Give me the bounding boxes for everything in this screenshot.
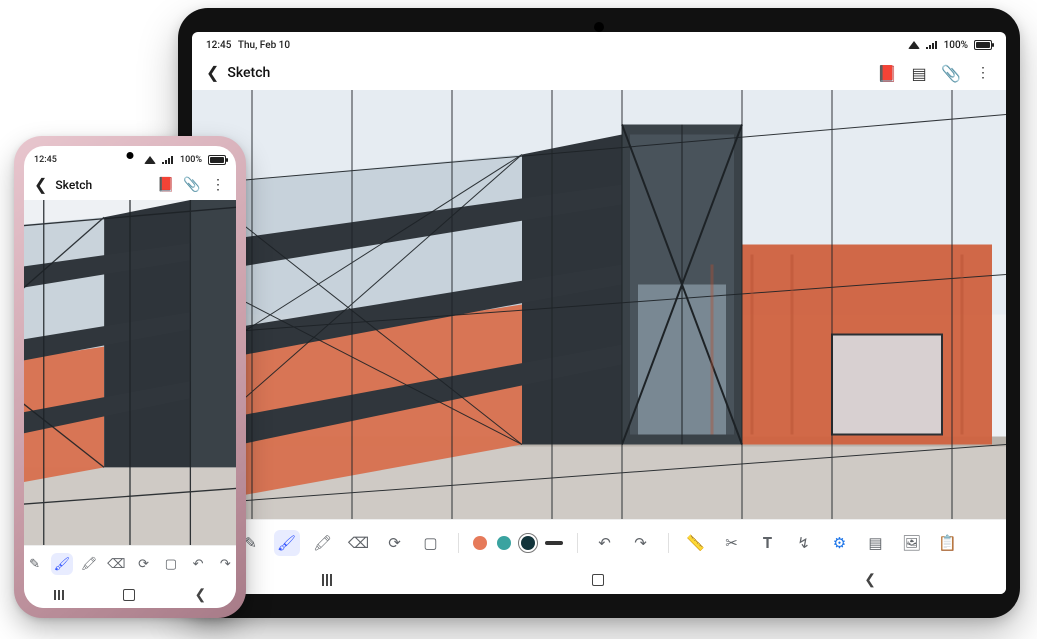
status-right: 100% (144, 155, 226, 165)
app-bar: ❮ Sketch 📕 ▤ 📎 ⋮ (192, 56, 1006, 90)
redo-button[interactable]: ↷ (215, 553, 236, 575)
toolbar-divider (668, 533, 669, 553)
eraser-tool[interactable]: ⌫ (106, 553, 127, 575)
phone-camera (127, 152, 134, 159)
color-swatch-1[interactable] (473, 536, 487, 550)
nav-home[interactable] (123, 589, 135, 601)
status-time: 12:45 (206, 40, 231, 51)
toolbar-divider (458, 533, 459, 553)
tablet-camera (594, 22, 604, 32)
drawing-toolbar: ✎ 🖌 🖍 ⌫ ⟳ ▢ ↶ ↷ 📏 ✂ (192, 519, 1006, 566)
drawing-toolbar: ✎ 🖌 🖍 ⌫ ⟳ ▢ ↶ ↷ (24, 545, 236, 582)
sketch-drawing (192, 90, 1006, 519)
crop-tool[interactable]: ✂ (719, 530, 745, 556)
attachment-icon[interactable]: 📎 (942, 64, 960, 82)
status-bar: 12:45 Thu, Feb 10 100% (192, 32, 1006, 56)
phone-device: 12:45 100% ❮ Sketch 📕 📎 ⋮ (16, 138, 244, 616)
clipboard-tool[interactable]: 📋 (935, 530, 961, 556)
wifi-icon (144, 156, 156, 164)
signal-icon (162, 156, 174, 164)
undo-button[interactable]: ↶ (592, 530, 618, 556)
tablet-device: 12:45 Thu, Feb 10 100% ❮ Sketch 📕 ▤ 📎 ⋮ (178, 8, 1020, 618)
battery-icon (208, 155, 226, 165)
more-icon[interactable]: ⋮ (974, 64, 992, 82)
back-button[interactable]: ❮ (34, 177, 47, 193)
highlighter-tool[interactable]: 🖍 (310, 530, 336, 556)
back-button[interactable]: ❮ (206, 65, 219, 81)
status-right: 100% (908, 40, 992, 51)
nav-home[interactable] (592, 574, 604, 586)
lasso-tool[interactable]: ⟳ (382, 530, 408, 556)
sketch-drawing (24, 200, 236, 545)
reader-mode-icon[interactable]: 📕 (158, 177, 174, 193)
color-swatch-2[interactable] (497, 536, 511, 550)
nav-back[interactable]: ❮ (195, 587, 207, 603)
layers-tool[interactable]: ▤ (863, 530, 889, 556)
shape-tool[interactable]: ▢ (418, 530, 444, 556)
ruler-tool[interactable]: 📏 (683, 530, 709, 556)
shape-tool[interactable]: ▢ (160, 553, 181, 575)
undo-button[interactable]: ↶ (188, 553, 209, 575)
battery-text: 100% (944, 40, 968, 51)
app-bar: ❮ Sketch 📕 📎 ⋮ (24, 170, 236, 200)
image-tool[interactable]: 🖼 (899, 530, 925, 556)
redo-button[interactable]: ↷ (628, 530, 654, 556)
toolbar-divider (577, 533, 578, 553)
tool-group-actions: ↶ ↷ (592, 530, 654, 556)
battery-icon (974, 40, 992, 50)
tool-group-edit: 📏 ✂ 𝐓 ↯ ⚙ ▤ 🖼 📋 (683, 530, 961, 556)
signal-icon (926, 41, 938, 49)
attachment-icon[interactable]: 📎 (184, 177, 200, 193)
eraser-tool[interactable]: ⌫ (346, 530, 372, 556)
wifi-icon (908, 41, 920, 49)
color-swatch-3[interactable] (521, 536, 535, 550)
page-title: Sketch (227, 65, 270, 81)
brush-tool[interactable]: 🖌 (274, 530, 300, 556)
phone-screen: 12:45 100% ❮ Sketch 📕 📎 ⋮ (24, 146, 236, 608)
text-style-tool[interactable]: ↯ (791, 530, 817, 556)
nav-recents[interactable] (54, 590, 64, 600)
brush-tool[interactable]: 🖌 (51, 553, 72, 575)
more-icon[interactable]: ⋮ (210, 177, 226, 193)
tablet-screen: 12:45 Thu, Feb 10 100% ❮ Sketch 📕 ▤ 📎 ⋮ (192, 32, 1006, 594)
page-title: Sketch (55, 178, 92, 192)
status-left: 12:45 Thu, Feb 10 (206, 40, 290, 51)
system-nav-bar: ❮ (24, 582, 236, 608)
reader-mode-icon[interactable]: 📕 (878, 64, 896, 82)
lasso-tool[interactable]: ⟳ (133, 553, 154, 575)
system-nav-bar: ❮ (192, 566, 1006, 594)
insert-tool[interactable]: ⚙ (827, 530, 853, 556)
sketch-canvas[interactable] (192, 90, 1006, 519)
battery-text: 100% (180, 155, 202, 165)
highlighter-tool[interactable]: 🖍 (79, 553, 100, 575)
text-tool[interactable]: 𝐓 (755, 530, 781, 556)
page-icon[interactable]: ▤ (910, 64, 928, 82)
nav-recents[interactable] (322, 574, 332, 586)
status-date: Thu, Feb 10 (238, 40, 290, 51)
nav-back[interactable]: ❮ (864, 572, 876, 588)
color-swatches (473, 536, 563, 550)
status-time: 12:45 (34, 155, 57, 165)
pen-tool[interactable]: ✎ (24, 553, 45, 575)
tool-group-brushes: ✎ 🖌 🖍 ⌫ ⟳ ▢ (238, 530, 444, 556)
stroke-thickness[interactable] (545, 541, 563, 545)
sketch-canvas[interactable] (24, 200, 236, 545)
